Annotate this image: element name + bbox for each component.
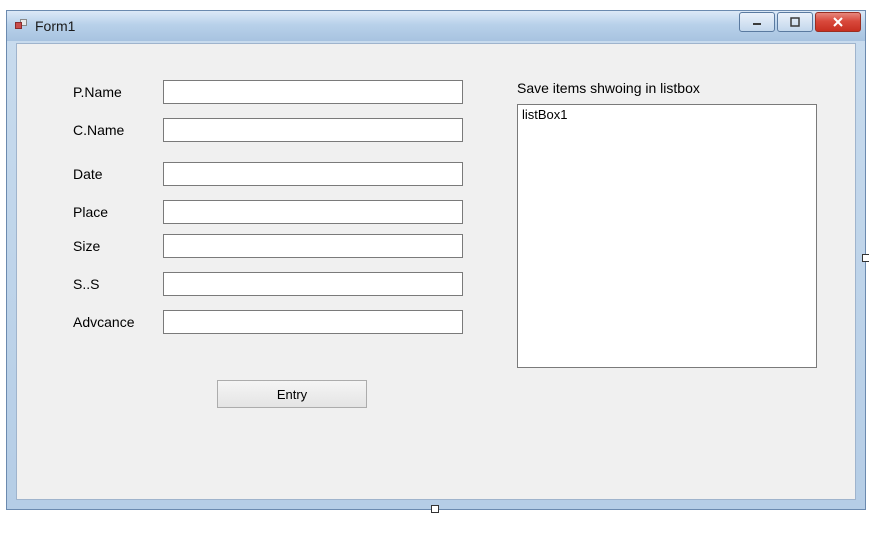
row-size: Size	[73, 234, 463, 258]
client-area: P.Name C.Name Date Place Size S..S Advca…	[16, 43, 856, 500]
window-frame: Form1 P.Name C.Name Date Place	[6, 10, 866, 510]
titlebar: Form1	[7, 11, 865, 41]
minimize-button[interactable]	[739, 12, 775, 32]
row-ss: S..S	[73, 272, 463, 296]
window-title: Form1	[35, 18, 75, 34]
close-button[interactable]	[815, 12, 861, 32]
label-size: Size	[73, 238, 163, 254]
maximize-button[interactable]	[777, 12, 813, 32]
row-place: Place	[73, 200, 463, 224]
input-place[interactable]	[163, 200, 463, 224]
label-ss: S..S	[73, 276, 163, 292]
input-ss[interactable]	[163, 272, 463, 296]
label-advance: Advcance	[73, 314, 163, 330]
row-date: Date	[73, 162, 463, 186]
label-place: Place	[73, 204, 163, 220]
listbox-item[interactable]: listBox1	[522, 107, 812, 122]
listbox[interactable]: listBox1	[517, 104, 817, 368]
label-pname: P.Name	[73, 84, 163, 100]
input-pname[interactable]	[163, 80, 463, 104]
row-pname: P.Name	[73, 80, 463, 104]
input-advance[interactable]	[163, 310, 463, 334]
input-size[interactable]	[163, 234, 463, 258]
entry-button[interactable]: Entry	[217, 380, 367, 408]
window-controls	[739, 12, 861, 32]
listbox-caption: Save items shwoing in listbox	[517, 80, 700, 96]
resize-handle-right[interactable]	[862, 254, 869, 262]
input-cname[interactable]	[163, 118, 463, 142]
label-date: Date	[73, 166, 163, 182]
app-icon	[15, 19, 29, 33]
input-date[interactable]	[163, 162, 463, 186]
resize-handle-bottom[interactable]	[431, 505, 439, 513]
row-advance: Advcance	[73, 310, 463, 334]
row-cname: C.Name	[73, 118, 463, 142]
label-cname: C.Name	[73, 122, 163, 138]
